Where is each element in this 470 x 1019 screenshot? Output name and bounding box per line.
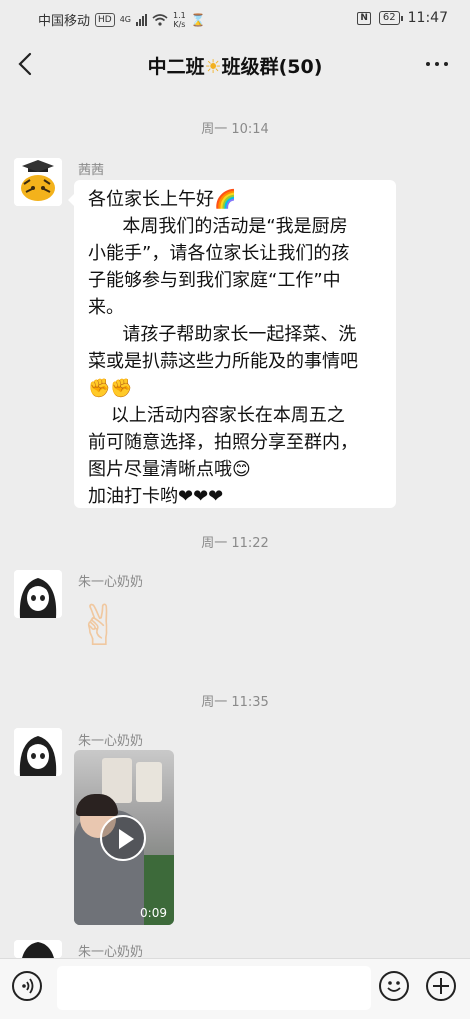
- tiger-avatar-icon: [14, 158, 62, 206]
- message-timestamp: 周一 11:22: [201, 536, 269, 551]
- wifi-icon: [152, 13, 168, 26]
- sun-icon: ☀: [204, 56, 222, 78]
- sender-name: 茜茜: [78, 163, 105, 178]
- input-bar: [0, 958, 470, 1019]
- chat-title: 中二班☀班级群(50): [0, 52, 470, 79]
- network-speed: 1.1 K/s: [173, 11, 186, 29]
- avatar[interactable]: [14, 570, 62, 618]
- carrier-label: 中国移动: [38, 14, 91, 29]
- message-line: 菜或是扒蒜这些力所能及的事情吧: [88, 351, 358, 372]
- message-line: 以上活动内容家长在本周五之: [88, 405, 345, 426]
- anime-girl-avatar-icon: [14, 728, 62, 776]
- avatar[interactable]: [14, 728, 62, 776]
- message-timestamp: 周一 11:35: [201, 695, 269, 710]
- nfc-icon: N: [357, 11, 371, 25]
- sender-name: 朱一心奶奶: [78, 734, 144, 749]
- avatar[interactable]: [14, 158, 62, 206]
- message-timestamp: 周一 10:14: [201, 122, 269, 137]
- plus-icon: [433, 978, 449, 994]
- video-message[interactable]: 0:09: [74, 750, 174, 925]
- sender-name: 朱一心奶奶: [78, 575, 144, 590]
- sender-name: 朱一心奶奶: [78, 945, 144, 958]
- network-speed-value: 1.1: [173, 10, 186, 20]
- victory-hand-emoji[interactable]: ✌: [76, 596, 123, 658]
- clock: 11:47: [407, 10, 448, 26]
- more-functions-button[interactable]: [426, 971, 456, 1001]
- message-line: 请孩子帮助家长一起择菜、洗: [88, 324, 357, 345]
- smiley-icon: [387, 981, 401, 992]
- voice-input-button[interactable]: [12, 971, 42, 1001]
- network-speed-unit: K/s: [173, 19, 186, 29]
- hourglass-icon: ⌛: [190, 12, 206, 27]
- message-line: 加油打卡哟❤❤❤: [88, 486, 224, 507]
- message-line: 前可随意选择，拍照分享至群内，: [88, 432, 358, 453]
- message-line: 各位家长上午好🌈: [88, 189, 237, 210]
- avatar[interactable]: [14, 940, 62, 958]
- status-bar: 中国移动 HD 4G 1.1 K/s ⌛ N 62 11:47: [0, 0, 470, 36]
- message-line: 小能手”，请各位家长让我们的孩: [88, 243, 350, 264]
- chat-title-part1: 中二班: [147, 56, 205, 78]
- signal-icon: [136, 13, 148, 26]
- hd-badge: HD: [95, 12, 115, 27]
- chat-title-part2: 班级群(50): [221, 56, 323, 78]
- message-line: 来。: [88, 297, 124, 318]
- network-type-label: 4G: [119, 15, 132, 24]
- play-icon[interactable]: [100, 815, 146, 861]
- message-bubble[interactable]: 各位家长上午好🌈 本周我们的活动是“我是厨房 小能手”，请各位家长让我们的孩 子…: [68, 180, 396, 508]
- anime-girl-avatar-icon: [14, 940, 62, 958]
- message-line: 子能够参与到我们家庭“工作”中: [88, 270, 341, 291]
- message-line: 图片尽量清晰点哦😊: [88, 459, 251, 480]
- message-line: 本周我们的活动是“我是厨房: [88, 216, 348, 237]
- battery-icon: 62: [378, 11, 403, 25]
- message-line: ✊✊: [88, 378, 133, 399]
- anime-girl-avatar-icon: [14, 570, 62, 618]
- more-options-button[interactable]: [426, 62, 448, 66]
- voice-icon: [22, 978, 34, 994]
- message-input[interactable]: [57, 966, 371, 1010]
- video-duration: 0:09: [140, 906, 167, 920]
- emoji-button[interactable]: [379, 971, 409, 1001]
- chat-header: 中二班☀班级群(50): [0, 36, 470, 92]
